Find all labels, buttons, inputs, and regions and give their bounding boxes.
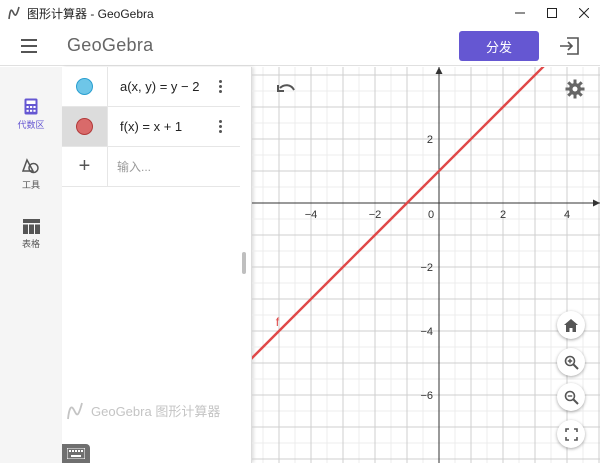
fullscreen-icon xyxy=(564,427,578,441)
y-tick-label: −4 xyxy=(420,326,433,338)
algebra-view: a(x, y) = y − 2 f(x) = x + 1 + 输入... Geo… xyxy=(62,67,252,463)
y-tick-label: −2 xyxy=(420,262,433,274)
zoom-out-icon xyxy=(564,390,579,405)
calculator-icon xyxy=(24,98,38,115)
keyboard-button[interactable] xyxy=(62,444,90,463)
x-tick-label: 0 xyxy=(428,209,434,221)
visibility-toggle-f[interactable] xyxy=(62,107,108,146)
app-brand-footer: GeoGebra 图形计算器 xyxy=(67,401,220,420)
geogebra-app-icon xyxy=(8,6,20,20)
y-tick-label: −6 xyxy=(420,390,433,402)
algebra-expression[interactable]: f(x) = x + 1 xyxy=(120,107,182,146)
visibility-toggle-a[interactable] xyxy=(62,67,108,106)
y-tick-label: 2 xyxy=(427,134,433,146)
visibility-marble-icon xyxy=(76,118,93,135)
more-options-icon[interactable] xyxy=(214,107,226,146)
geogebra-logo-icon xyxy=(67,402,83,419)
rail-label-algebra: 代数区 xyxy=(17,120,45,130)
window-titlebar: 图形计算器 - GeoGebra xyxy=(0,0,600,26)
algebra-row-a[interactable]: a(x, y) = y − 2 xyxy=(62,67,240,107)
undo-button[interactable] xyxy=(272,75,300,103)
graph-canvas[interactable]: −4 −2 0 2 42−2−4−6 f xyxy=(252,67,600,463)
home-view-button[interactable] xyxy=(557,311,585,339)
gear-icon xyxy=(565,79,585,99)
zoom-in-icon xyxy=(564,355,579,370)
graphics-view[interactable]: −4 −2 0 2 4 2 −2 −4 −6 f xyxy=(252,67,600,463)
hamburger-menu-icon[interactable] xyxy=(20,38,40,54)
brand-footer-text: GeoGebra 图形计算器 xyxy=(91,404,221,419)
share-button[interactable]: 分发 xyxy=(459,31,539,61)
rail-label-table: 表格 xyxy=(21,239,40,249)
algebra-row-f[interactable]: f(x) = x + 1 xyxy=(62,107,240,147)
app-header: GeoGebra 分发 xyxy=(0,26,600,66)
close-button[interactable] xyxy=(568,0,600,26)
close-icon xyxy=(579,8,589,18)
fullscreen-button[interactable] xyxy=(557,420,585,448)
add-item-button[interactable]: + xyxy=(62,147,108,186)
zoom-in-button[interactable] xyxy=(557,348,585,376)
minimize-button[interactable] xyxy=(504,0,536,26)
algebra-expression[interactable]: a(x, y) = y − 2 xyxy=(120,67,199,106)
perspective-rail: 代数区 工具 表格 xyxy=(0,67,62,463)
algebra-input-row[interactable]: + 输入... xyxy=(62,147,240,187)
maximize-button[interactable] xyxy=(536,0,568,26)
y-axis-arrow xyxy=(435,67,443,74)
geogebra-logo: GeoGebra xyxy=(67,35,154,55)
function-f-line[interactable] xyxy=(252,67,600,427)
input-placeholder: 输入... xyxy=(117,160,152,174)
home-icon xyxy=(564,318,578,332)
rail-label-tools: 工具 xyxy=(21,180,40,190)
x-tick-label: −2 xyxy=(369,209,382,221)
algebra-input[interactable]: 输入... xyxy=(117,147,151,186)
sign-in-icon[interactable] xyxy=(558,36,580,56)
x-tick-label: 4 xyxy=(564,209,570,221)
more-options-icon[interactable] xyxy=(214,67,226,106)
x-tick-label: 2 xyxy=(500,209,506,221)
rail-item-table[interactable]: 表格 xyxy=(0,219,62,250)
table-icon xyxy=(22,219,40,234)
window-title: 图形计算器 - GeoGebra xyxy=(27,6,154,21)
maximize-icon xyxy=(547,8,557,18)
visibility-marble-icon xyxy=(76,78,93,95)
x-tick-label: −4 xyxy=(305,209,318,221)
minimize-icon xyxy=(515,12,525,14)
zoom-out-button[interactable] xyxy=(557,383,585,411)
graphics-settings-button[interactable] xyxy=(561,75,589,103)
rail-item-tools[interactable]: 工具 xyxy=(0,158,62,191)
plus-icon: + xyxy=(78,155,91,177)
keyboard-icon xyxy=(67,448,85,459)
shapes-tool-icon xyxy=(22,158,39,174)
undo-icon xyxy=(277,84,295,92)
scrollbar-handle[interactable] xyxy=(242,252,246,274)
rail-item-algebra[interactable]: 代数区 xyxy=(0,98,62,131)
